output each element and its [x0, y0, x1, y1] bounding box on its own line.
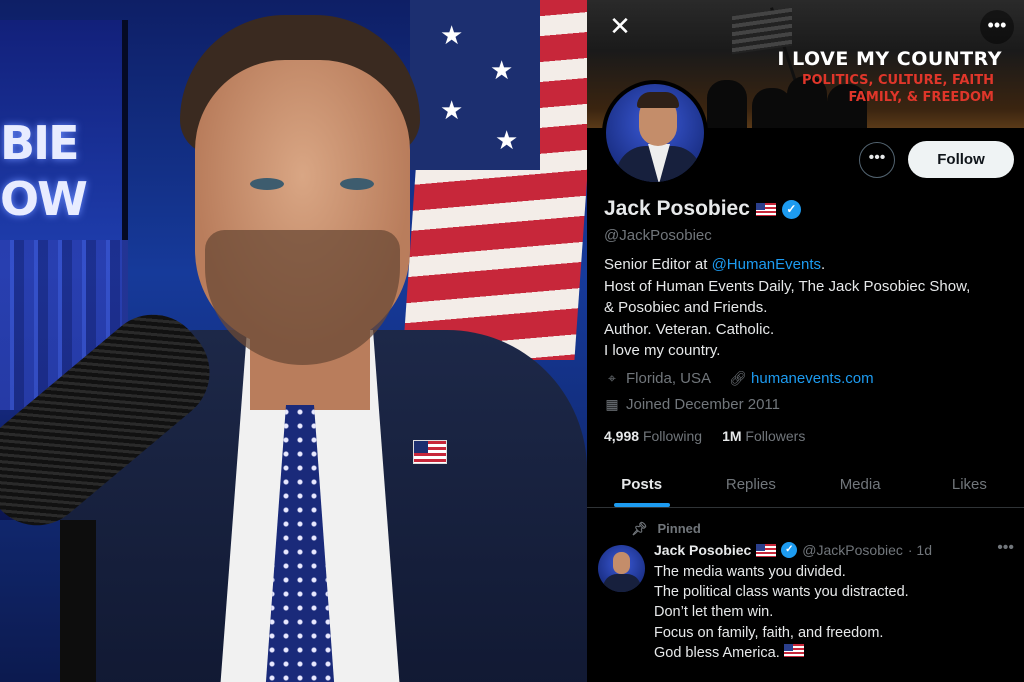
- bio-suffix: .: [821, 256, 826, 273]
- profile-handle: @JackPosobiec: [604, 227, 712, 244]
- followers-link[interactable]: 1M Followers: [722, 428, 805, 444]
- website-link[interactable]: humanevents.com: [751, 370, 874, 387]
- location-text: Florida, USA: [626, 370, 712, 387]
- post-line-2: The political class wants you distracted…: [654, 584, 909, 601]
- bio-line-4: Author. Veteran. Catholic.: [604, 320, 775, 338]
- post-avatar-suit: [603, 574, 641, 592]
- calendar-icon: ▦: [605, 396, 619, 412]
- post-time[interactable]: · 1d: [908, 542, 932, 558]
- portrait-photo: BIE OW ★ ★ ★ ★: [0, 0, 587, 682]
- flag-lapel-pin: [413, 440, 447, 464]
- bio-prefix: Senior Editor at: [604, 256, 712, 273]
- banner-subtitle-line2: FAMILY, & FREEDOM: [848, 90, 994, 105]
- pin-icon: 📌︎: [631, 521, 648, 536]
- follow-button[interactable]: Follow: [908, 141, 1014, 178]
- banner-subtitle-line1: POLITICS, CULTURE, FAITH: [801, 73, 994, 88]
- location-website-row: ⌖ Florida, USA 🔗︎ humanevents.com: [604, 370, 874, 387]
- banner-subtitle: POLITICS, CULTURE, FAITH FAMILY, & FREED…: [802, 72, 994, 106]
- post-line-4: Focus on family, faith, and freedom.: [654, 624, 884, 641]
- tab-replies[interactable]: Replies: [696, 463, 805, 507]
- name-row: Jack Posobiec ✓: [604, 197, 801, 221]
- follow-counts: 4,998 Following 1M Followers: [604, 428, 805, 444]
- avatar-hair: [637, 92, 679, 108]
- post-line-5: God bless America.: [654, 643, 1014, 663]
- verified-icon: ✓: [781, 542, 798, 558]
- us-flag-icon: [783, 643, 804, 657]
- tab-likes[interactable]: Likes: [915, 463, 1024, 507]
- link-icon: 🔗︎: [729, 370, 747, 386]
- bio-line-3: & Posobiec and Friends.: [604, 299, 768, 316]
- joined-row: ▦ Joined December 2011: [604, 396, 780, 413]
- verified-icon[interactable]: ✓: [781, 199, 801, 219]
- more-options-button[interactable]: •••: [859, 142, 895, 178]
- followers-label: Followers: [745, 428, 806, 444]
- right-eye: [340, 178, 374, 190]
- studio-show-text: BIE OW: [0, 116, 88, 226]
- banner-title: I LOVE MY COUNTRY: [777, 48, 1002, 70]
- pinned-label: Pinned: [657, 521, 701, 536]
- following-link[interactable]: 4,998 Following: [604, 428, 702, 444]
- profile-bio: Senior Editor at @HumanEvents. Host of H…: [604, 254, 1014, 362]
- post-line-1: The media wants you divided.: [654, 564, 846, 580]
- profile-panel: I LOVE MY COUNTRY POLITICS, CULTURE, FAI…: [587, 0, 1024, 682]
- post-author-handle[interactable]: @JackPosobiec: [802, 542, 903, 558]
- flag-canton: ★ ★ ★ ★: [410, 0, 540, 170]
- pinned-indicator: 📌︎ Pinned: [631, 521, 701, 537]
- followers-count: 1M: [722, 428, 742, 444]
- post-avatar-face: [613, 552, 630, 574]
- left-eye: [250, 178, 284, 190]
- close-icon[interactable]: ✕: [603, 10, 637, 44]
- post-author-name[interactable]: Jack Posobiec: [654, 542, 751, 558]
- tab-media[interactable]: Media: [806, 463, 915, 507]
- us-flag-icon: [756, 543, 777, 557]
- post-more-icon[interactable]: •••: [997, 539, 1014, 557]
- bio-line-5: I love my country.: [604, 342, 721, 359]
- post-header: Jack Posobiec ✓ @JackPosobiec · 1d: [654, 542, 932, 558]
- bio-line-1: Senior Editor at @HumanEvents.: [604, 254, 1014, 276]
- post-line-5-text: God bless America.: [654, 644, 780, 661]
- silhouette: [707, 80, 747, 128]
- location-icon: ⌖: [608, 370, 616, 386]
- post-body: The media wants you divided. The politic…: [654, 562, 1014, 663]
- post-avatar[interactable]: [598, 545, 645, 592]
- profile-tabs: Posts Replies Media Likes: [587, 463, 1024, 508]
- us-flag-icon: [755, 202, 776, 216]
- tab-posts[interactable]: Posts: [587, 463, 696, 507]
- bio-line-2: Host of Human Events Daily, The Jack Pos…: [604, 277, 971, 295]
- post-line-3: Don’t let them win.: [654, 604, 774, 621]
- mic-stand: [60, 520, 96, 682]
- joined-text: Joined December 2011: [626, 396, 780, 413]
- display-name: Jack Posobiec: [604, 197, 750, 220]
- avatar[interactable]: [602, 80, 708, 186]
- silhouette: [752, 88, 792, 128]
- mention-link[interactable]: @HumanEvents: [712, 256, 821, 273]
- following-count: 4,998: [604, 428, 640, 444]
- more-icon[interactable]: •••: [980, 10, 1014, 44]
- following-label: Following: [642, 428, 703, 444]
